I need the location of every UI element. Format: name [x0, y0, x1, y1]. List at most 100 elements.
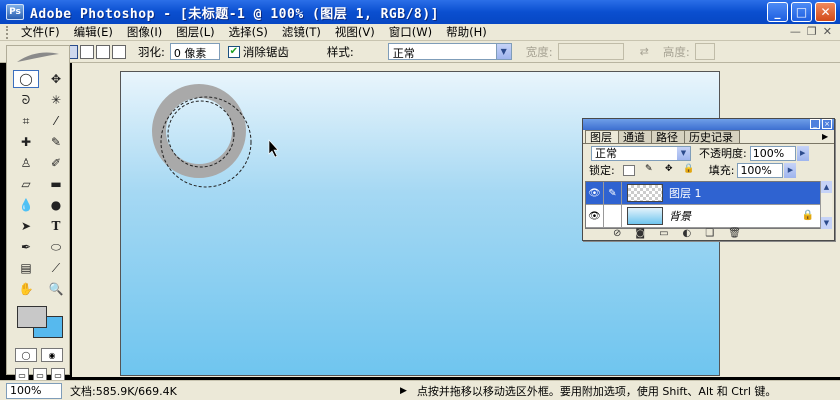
lasso-tool-icon[interactable]: ᘐ	[13, 91, 39, 109]
window-title: Adobe Photoshop - [未标题-1 @ 100% (图层 1, R…	[30, 6, 439, 22]
new-set-icon[interactable]: ▭	[659, 228, 668, 239]
style-select[interactable]: 正常 ▼	[387, 43, 512, 60]
layers-palette: _ × 图层 通道 路径 历史记录 ▶ 正常 ▼ 不透明度: 100% ▶ 锁定…	[582, 118, 835, 241]
fill-slider-icon[interactable]: ▶	[784, 162, 797, 178]
doc-minimize-icon[interactable]: —	[790, 25, 801, 38]
scroll-up-icon[interactable]: ▲	[821, 181, 832, 193]
doc-close-icon[interactable]: ✕	[823, 25, 832, 38]
history-brush-tool-icon[interactable]: ✐	[43, 154, 69, 172]
delete-layer-icon[interactable]: 🗑	[728, 228, 741, 239]
opacity-input[interactable]: 100%	[749, 145, 796, 161]
foreground-color-swatch[interactable]	[17, 306, 47, 328]
lock-image-icon[interactable]: ✎	[643, 164, 655, 176]
zoom-tool-icon[interactable]: 🔍	[43, 280, 69, 298]
menu-file[interactable]: 文件(F)	[14, 24, 67, 40]
hand-tool-icon[interactable]: ✋	[13, 280, 39, 298]
notes-tool-icon[interactable]: ▤	[13, 259, 39, 277]
lock-transparency-icon[interactable]	[622, 164, 635, 176]
palette-minimize-icon[interactable]: _	[810, 119, 820, 129]
layer-row-layer1[interactable]: 👁 ✎ 图层 1	[586, 182, 820, 205]
tab-layers[interactable]: 图层	[585, 130, 619, 144]
quick-mask-mode-icon[interactable]: ◉	[41, 348, 63, 362]
path-selection-tool-icon[interactable]: ➤	[13, 217, 39, 235]
opacity-slider-icon[interactable]: ▶	[796, 145, 809, 161]
clone-stamp-tool-icon[interactable]: ♙	[13, 154, 39, 172]
menu-view[interactable]: 视图(V)	[328, 24, 382, 40]
dodge-tool-icon[interactable]: ●	[43, 196, 69, 214]
layer-name: 背景	[669, 210, 691, 223]
width-label: 宽度:	[525, 44, 553, 59]
shape-tool-icon[interactable]: ⬭	[43, 238, 69, 256]
fill-input[interactable]: 100%	[737, 162, 784, 178]
feather-label: 羽化:	[138, 44, 165, 59]
antialias-checkbox[interactable]: ✔	[227, 45, 240, 58]
zoom-level-field[interactable]: 100%	[6, 382, 62, 399]
maximize-button[interactable]: □	[791, 2, 812, 22]
layer-list: 👁 ✎ 图层 1 👁 背景 🔒	[585, 181, 821, 229]
lock-all-icon[interactable]: 🔒	[683, 164, 695, 176]
gradient-tool-icon[interactable]: ▬	[43, 175, 69, 193]
standard-mode-icon[interactable]: ◯	[15, 348, 37, 362]
chevron-down-icon: ▼	[677, 146, 690, 160]
palette-menu-icon[interactable]: ▶	[822, 130, 834, 143]
swap-dimensions-icon[interactable]: ⇄	[640, 45, 649, 58]
move-tool-icon[interactable]: ✥	[43, 70, 69, 88]
tab-paths[interactable]: 路径	[651, 130, 685, 144]
brush-tool-icon[interactable]: ✎	[43, 133, 69, 151]
height-input[interactable]	[694, 43, 715, 60]
status-menu-arrow-icon[interactable]: ▶	[400, 386, 407, 396]
close-button[interactable]: ✕	[815, 2, 836, 22]
layer-style-icon[interactable]: ⊘	[613, 228, 621, 239]
lock-position-icon[interactable]: ✥	[663, 164, 675, 176]
elliptical-marquee-tool-icon[interactable]: ◯	[13, 70, 39, 88]
tab-history[interactable]: 历史记录	[684, 130, 740, 144]
pen-tool-icon[interactable]: ✒	[13, 238, 39, 256]
adjustment-layer-icon[interactable]: ◐	[683, 228, 692, 239]
visibility-eye-icon[interactable]: 👁	[586, 182, 604, 204]
layer-mask-icon[interactable]: ◙	[635, 228, 645, 239]
height-label: 高度:	[662, 44, 690, 59]
new-layer-icon[interactable]: ❑	[705, 228, 714, 239]
document-size[interactable]: 文档:585.9K/669.4K	[70, 383, 320, 399]
eyedropper-tool-icon[interactable]: ⟋	[43, 259, 69, 277]
blur-tool-icon[interactable]: 💧	[13, 196, 39, 214]
tool-grid: ◯ ✥ ᘐ ✳ ⌗ ⁄ ✚ ✎ ♙ ✐ ▱ ▬ 💧 ● ➤ T ✒ ⬭ ▤ ⟋ …	[7, 70, 69, 298]
style-label: 样式:	[326, 44, 354, 59]
add-to-selection-icon[interactable]	[80, 44, 94, 59]
subtract-selection-icon[interactable]	[96, 44, 110, 59]
palette-title-bar[interactable]: _ ×	[583, 119, 834, 130]
blend-mode-select[interactable]: 正常 ▼	[591, 145, 691, 161]
doc-restore-icon[interactable]: ❐	[807, 25, 817, 38]
menu-filter[interactable]: 滤镜(T)	[275, 24, 328, 40]
crop-tool-icon[interactable]: ⌗	[13, 112, 39, 130]
type-tool-icon[interactable]: T	[43, 217, 69, 235]
menu-help[interactable]: 帮助(H)	[439, 24, 494, 40]
menu-layer[interactable]: 图层(L)	[169, 24, 221, 40]
healing-brush-tool-icon[interactable]: ✚	[13, 133, 39, 151]
layer-list-scrollbar[interactable]: ▲ ▼	[820, 181, 832, 229]
slice-tool-icon[interactable]: ⁄	[43, 112, 69, 130]
minimize-button[interactable]: _	[767, 2, 788, 22]
visibility-eye-icon[interactable]: 👁	[586, 205, 604, 227]
menu-edit[interactable]: 编辑(E)	[67, 24, 120, 40]
feather-input[interactable]: 0 像素	[169, 43, 220, 60]
photoshop-app-icon[interactable]: Ps	[6, 4, 24, 20]
lock-row: 锁定: ✎ ✥ 🔒 填充: 100% ▶	[583, 162, 834, 178]
menu-grip	[6, 25, 10, 39]
menu-select[interactable]: 选择(S)	[222, 24, 275, 40]
width-input[interactable]	[557, 43, 624, 60]
palette-close-icon[interactable]: ×	[822, 119, 832, 129]
layer-thumbnail	[627, 184, 663, 202]
menu-image[interactable]: 图像(I)	[120, 24, 169, 40]
scroll-down-icon[interactable]: ▼	[821, 217, 832, 229]
tab-channels[interactable]: 通道	[618, 130, 652, 144]
lock-label: 锁定:	[589, 164, 615, 177]
blend-row: 正常 ▼ 不透明度: 100% ▶	[583, 144, 834, 162]
intersect-selection-icon[interactable]	[112, 44, 126, 59]
menu-window[interactable]: 窗口(W)	[382, 24, 439, 40]
layer-link-empty[interactable]	[604, 205, 622, 227]
eraser-tool-icon[interactable]: ▱	[13, 175, 39, 193]
magic-wand-tool-icon[interactable]: ✳	[43, 91, 69, 109]
layer-row-background[interactable]: 👁 背景 🔒	[586, 205, 820, 228]
layer-link-brush-icon[interactable]: ✎	[604, 182, 622, 204]
